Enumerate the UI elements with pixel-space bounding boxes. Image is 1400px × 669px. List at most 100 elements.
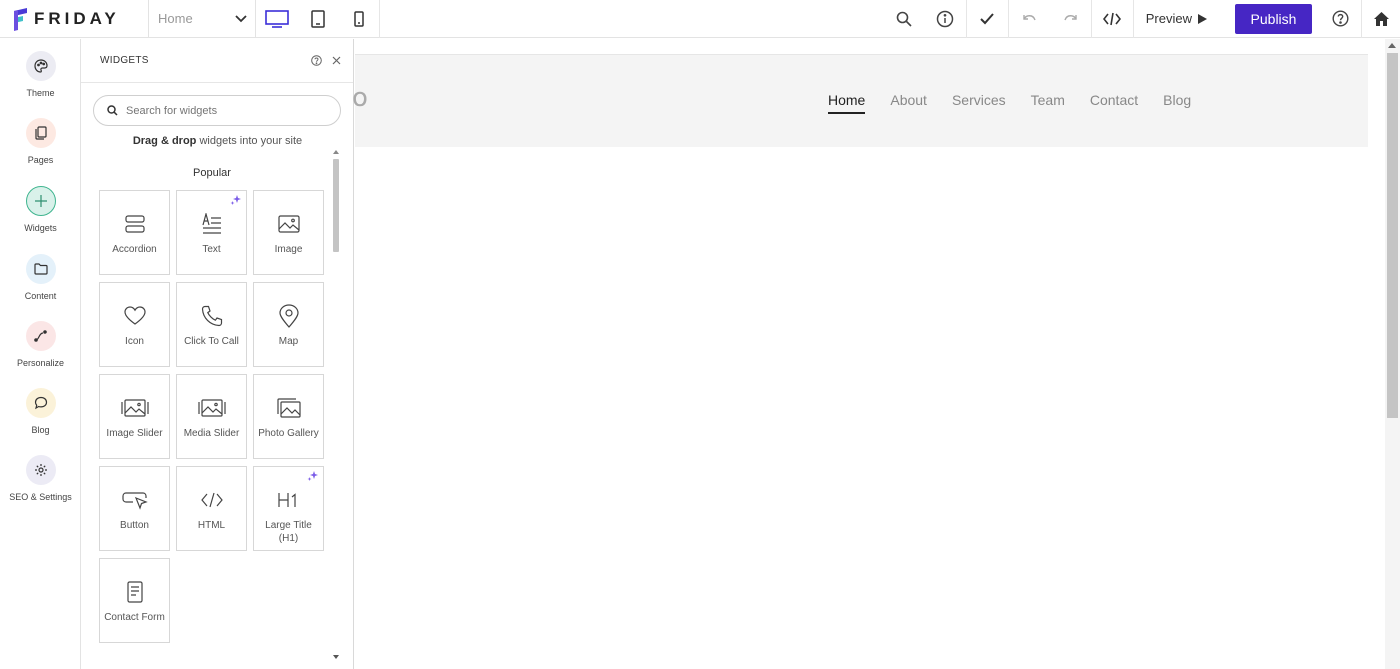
undo-icon: [1023, 14, 1036, 20]
chevron-down-icon: [235, 14, 247, 22]
widget-photo-gallery[interactable]: Photo Gallery: [253, 374, 324, 459]
scroll-down-icon[interactable]: [333, 655, 339, 659]
rail-item-content[interactable]: Content: [0, 254, 81, 301]
widgets-panel: WIDGETS Drag & drop widgets into your si…: [81, 39, 354, 669]
widget-search[interactable]: [93, 95, 341, 126]
nav-link-services[interactable]: Services: [952, 92, 1006, 114]
tablet-view-button[interactable]: [297, 0, 338, 38]
widget-label: Button: [120, 520, 149, 531]
hint-bold: Drag & drop: [132, 135, 197, 147]
undo-button[interactable]: [1009, 0, 1050, 38]
chat-bubble-icon: [25, 388, 56, 418]
site-logo[interactable]: o: [352, 83, 368, 113]
widget-click-to-call[interactable]: Click To Call: [176, 282, 247, 367]
mobile-view-button[interactable]: [338, 0, 379, 38]
panel-header: WIDGETS: [81, 39, 353, 83]
desktop-icon: [264, 9, 289, 28]
image-icon: [277, 211, 300, 237]
h1-icon: [277, 487, 300, 513]
preview-label: Preview: [1145, 11, 1192, 26]
nav-link-team[interactable]: Team: [1031, 92, 1065, 114]
code-icon: [200, 487, 223, 513]
widget-text[interactable]: Text: [176, 190, 247, 275]
code-editor-button[interactable]: [1092, 0, 1133, 38]
rail-item-blog[interactable]: Blog: [0, 388, 81, 435]
page-select[interactable]: Home: [148, 0, 256, 38]
widget-button[interactable]: Button: [99, 466, 170, 551]
friday-logo[interactable]: FRIDAY: [0, 0, 148, 38]
rail-label: Widgets: [24, 223, 57, 233]
redo-icon: [1064, 14, 1077, 20]
widget-map[interactable]: Map: [253, 282, 324, 367]
widget-label: Accordion: [112, 244, 157, 255]
help-button[interactable]: [1320, 0, 1361, 38]
sparkle-icon: [230, 195, 241, 205]
gear-icon: [25, 455, 56, 485]
site-nav: Home About Services Team Contact Blog: [828, 92, 1191, 114]
rail-label: Content: [24, 291, 57, 301]
scroll-up-icon[interactable]: [1388, 43, 1396, 48]
rail-item-theme[interactable]: Theme: [0, 51, 81, 98]
widget-accordion[interactable]: Accordion: [99, 190, 170, 275]
tablet-icon: [310, 9, 325, 28]
widget-media-slider[interactable]: Media Slider: [176, 374, 247, 459]
rail-label: Personalize: [16, 358, 65, 368]
widget-icon[interactable]: Icon: [99, 282, 170, 367]
nav-link-about[interactable]: About: [890, 92, 927, 114]
canvas-scrollbar[interactable]: [1385, 39, 1400, 669]
mobile-icon: [353, 10, 364, 27]
widget-image-slider[interactable]: Image Slider: [99, 374, 170, 459]
left-rail: Theme Pages Widgets Content Personalize …: [0, 39, 81, 669]
widget-label: Media Slider: [183, 428, 240, 439]
rail-item-pages[interactable]: Pages: [0, 118, 81, 165]
nav-link-blog[interactable]: Blog: [1163, 92, 1191, 114]
image-slider-icon: [120, 395, 149, 421]
redo-button[interactable]: [1050, 0, 1091, 38]
home-icon: [1373, 11, 1389, 26]
scrollbar-thumb[interactable]: [1387, 53, 1398, 418]
check-button[interactable]: [967, 0, 1008, 38]
widget-label: Image Slider: [106, 428, 163, 439]
nav-link-contact[interactable]: Contact: [1090, 92, 1138, 114]
friday-logo-icon: [14, 7, 27, 31]
pages-icon: [25, 118, 56, 148]
search-button[interactable]: [884, 0, 925, 38]
drag-drop-hint: Drag & drop widgets into your site: [81, 135, 354, 147]
site-header[interactable]: o Home About Services Team Contact Blog: [352, 55, 1368, 147]
top-bar: FRIDAY Home Preview Publish: [0, 0, 1400, 38]
site-canvas: o Home About Services Team Contact Blog: [352, 39, 1385, 669]
rail-label: Theme: [26, 88, 55, 98]
scroll-up-icon[interactable]: [333, 150, 339, 154]
widget-label: Click To Call: [184, 336, 239, 347]
section-title: Popular: [193, 167, 231, 179]
widget-large-title[interactable]: Large Title (H1): [253, 466, 324, 551]
rail-item-widgets[interactable]: Widgets: [0, 186, 81, 233]
widget-html[interactable]: HTML: [176, 466, 247, 551]
home-button[interactable]: [1362, 0, 1400, 38]
preview-button[interactable]: Preview: [1134, 0, 1219, 38]
code-icon: [1103, 12, 1122, 25]
brand-name: FRIDAY: [34, 8, 120, 28]
text-icon: [201, 211, 222, 237]
widget-contact-form[interactable]: Contact Form: [99, 558, 170, 643]
desktop-view-button[interactable]: [256, 0, 297, 38]
heart-icon: [123, 303, 146, 329]
check-icon: [980, 12, 994, 24]
panel-title: WIDGETS: [100, 55, 149, 66]
publish-button[interactable]: Publish: [1235, 3, 1312, 34]
nav-link-home[interactable]: Home: [828, 92, 866, 114]
widget-image[interactable]: Image: [253, 190, 324, 275]
scrollbar-thumb[interactable]: [333, 159, 339, 252]
hint-text: widgets into your site: [196, 135, 303, 147]
media-slider-icon: [197, 395, 226, 421]
close-icon[interactable]: [332, 56, 341, 65]
form-icon: [126, 579, 143, 605]
widget-label: Icon: [125, 336, 144, 347]
info-button[interactable]: [925, 0, 966, 38]
panel-scrollbar[interactable]: [331, 149, 341, 664]
rail-item-seo-settings[interactable]: SEO & Settings: [0, 455, 81, 502]
search-icon: [107, 105, 118, 116]
help-icon[interactable]: [311, 55, 322, 66]
rail-item-personalize[interactable]: Personalize: [0, 321, 81, 368]
search-input[interactable]: [126, 104, 326, 117]
